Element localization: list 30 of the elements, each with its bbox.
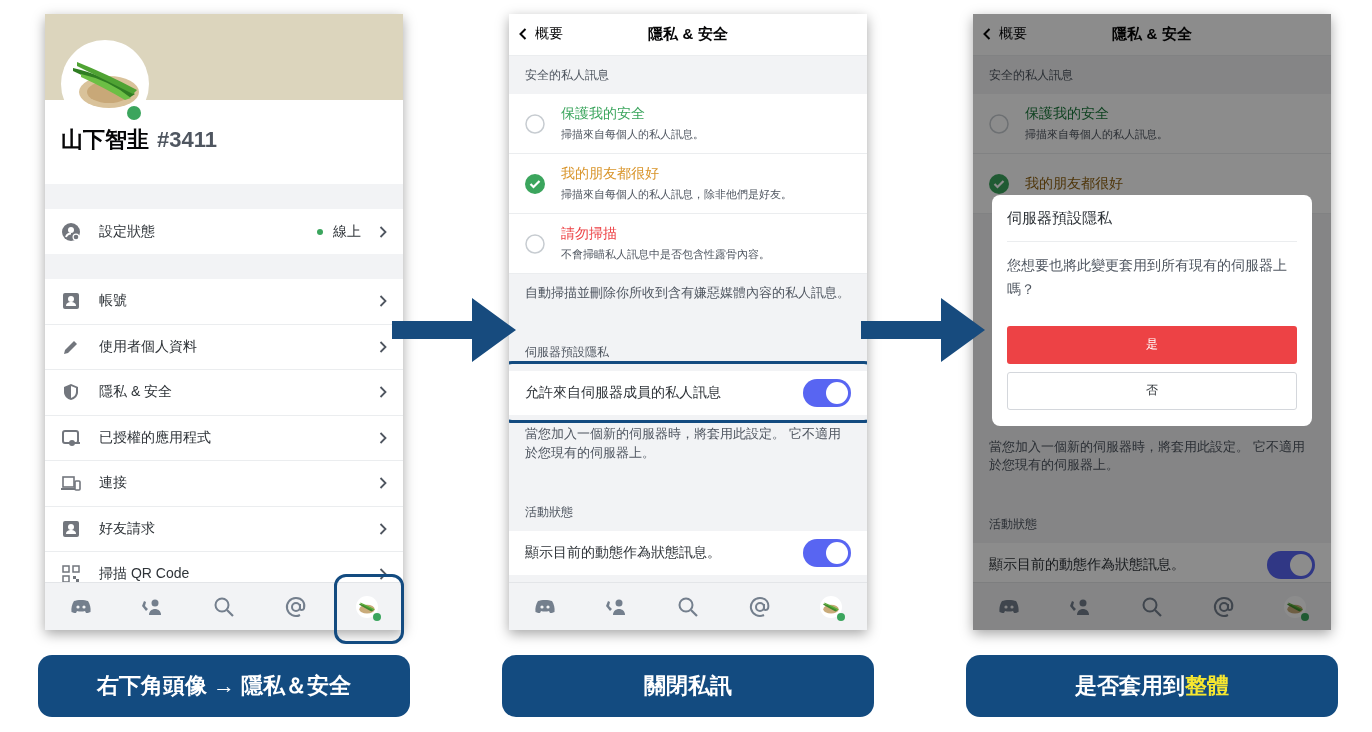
- option-title: 保護我的安全: [1025, 105, 1110, 123]
- status-value: 線上: [333, 222, 361, 241]
- section-label: 安全的私人訊息: [988, 67, 1074, 84]
- option-title: 保護我的安全: [561, 105, 646, 123]
- option-title: 我的朋友都很好: [1025, 174, 1123, 193]
- section-label: 安全的私人訊息: [524, 67, 610, 84]
- setting-label: 顯示目前的動態作為狀態訊息。: [989, 556, 1185, 575]
- help-text: 當您加入一個新的伺服器時，將套用此設定。 它不適用於您現有的伺服器上。: [524, 424, 842, 462]
- option-description: 掃描來自每個人的私人訊息，除非他們是好友。: [561, 187, 792, 202]
- section-label: 伺服器預設隱私: [524, 343, 610, 361]
- screen-title: 隱私 & 安全: [1112, 25, 1192, 44]
- option-description: 掃描來自每個人的私人訊息。: [561, 127, 704, 142]
- section-label: 活動狀態: [988, 516, 1038, 534]
- option-description: 掃描來自每個人的私人訊息。: [1025, 127, 1168, 142]
- option-title: 請勿掃描: [561, 225, 618, 243]
- screen-title: 隱私 & 安全: [648, 25, 728, 44]
- help-text: 自動掃描並刪除你所收到含有嫌惡媒體內容的私人訊息。: [524, 284, 851, 302]
- dialog-title: 伺服器預設隱私: [1007, 209, 1297, 242]
- dialog-message: 您想要也將此變更套用到所有現有的伺服器上嗎？: [1007, 256, 1288, 299]
- option-title: 我的朋友都很好: [561, 165, 660, 183]
- help-text: 當您加入一個新的伺服器時，將套用此設定。 它不適用於您現有的伺服器上。: [988, 437, 1306, 475]
- section-label: 活動狀態: [524, 503, 574, 521]
- user-tag: #3411: [157, 127, 217, 153]
- step-caption: 右下角頭像 → 隱私＆安全: [38, 655, 410, 717]
- setting-label: 允許來自伺服器成員的私人訊息: [525, 383, 721, 402]
- setting-label: 顯示目前的動態作為狀態訊息。: [525, 543, 721, 562]
- username: 山下智韭: [61, 126, 149, 154]
- step-caption: 關閉私訊: [502, 655, 874, 717]
- option-description: 不會掃瞄私人訊息中是否包含性露骨內容。: [561, 247, 770, 262]
- step-caption: 是否套用到整體: [966, 655, 1338, 717]
